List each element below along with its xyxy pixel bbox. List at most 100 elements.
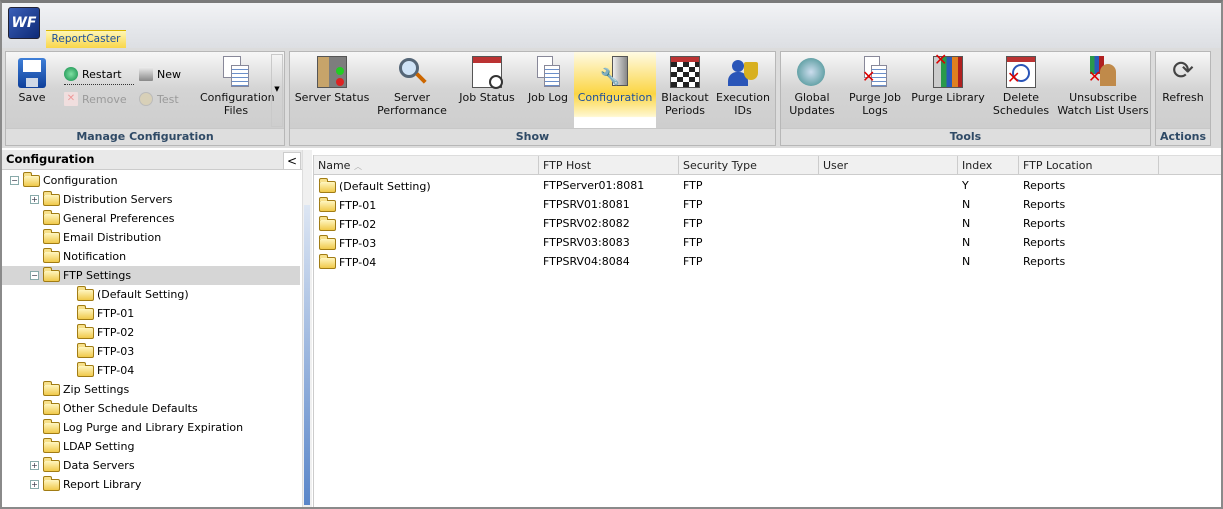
blackout-periods-button[interactable]: Blackout Periods xyxy=(660,52,710,128)
table-row[interactable]: FTP-02 FTPSRV02:8082 FTP N Reports xyxy=(314,214,1221,233)
folder-icon xyxy=(77,285,94,301)
tree-item-label: Notification xyxy=(63,250,127,263)
tree-item[interactable]: FTP-03 xyxy=(2,342,300,361)
new-button[interactable]: New xyxy=(139,67,181,81)
folder-icon xyxy=(43,266,60,282)
scrollbar-thumb[interactable] xyxy=(304,205,310,505)
tree-item-label: Configuration xyxy=(43,174,118,187)
tree-item[interactable]: (Default Setting) xyxy=(2,285,300,304)
column-header-label: Name xyxy=(318,159,351,172)
cell-text: FTP xyxy=(683,179,703,192)
dropdown-arrow-icon[interactable]: ▼ xyxy=(271,54,283,127)
table-row[interactable]: FTP-03 FTPSRV03:8083 FTP N Reports xyxy=(314,233,1221,252)
table-cell: FTP xyxy=(683,217,703,230)
server-performance-button[interactable]: Server Performance xyxy=(374,52,450,128)
tree-item[interactable]: General Preferences xyxy=(2,209,300,228)
cell-text: FTP-02 xyxy=(339,217,377,231)
tree-item[interactable]: − Configuration xyxy=(2,171,300,190)
folder-icon xyxy=(319,254,336,269)
cell-text: FTP xyxy=(683,236,703,249)
table-row[interactable]: (Default Setting) FTPServer01:8081 FTP Y Rep… xyxy=(314,176,1221,195)
group-show: Server Status Server Performance Job Stat… xyxy=(289,51,776,146)
tree-item-label: Distribution Servers xyxy=(63,193,173,206)
execution-ids-button[interactable]: Execution IDs xyxy=(714,52,772,128)
table-cell: FTPSRV02:8082 xyxy=(543,217,630,230)
column-header-label: FTP Host xyxy=(543,159,592,172)
new-server-icon xyxy=(139,67,153,81)
table-row[interactable]: FTP-04 FTPSRV04:8084 FTP N Reports xyxy=(314,252,1221,271)
panel-title: Configuration xyxy=(2,150,302,170)
tree-item[interactable]: Log Purge and Library Expiration xyxy=(2,418,300,437)
column-header[interactable]: User xyxy=(819,156,958,175)
column-header[interactable]: Security Type xyxy=(679,156,819,175)
column-header[interactable]: FTP Location xyxy=(1019,156,1159,175)
tree-item[interactable]: + Data Servers xyxy=(2,456,300,475)
folder-icon xyxy=(77,342,94,358)
refresh-icon: ⟳ xyxy=(1172,56,1194,86)
folder-icon xyxy=(319,178,336,193)
table-cell: Reports xyxy=(1023,179,1065,192)
expand-icon[interactable]: + xyxy=(30,480,39,489)
test-button[interactable]: Test xyxy=(139,92,179,106)
floppy-disk-icon xyxy=(18,58,46,88)
table-cell: FTP-02 xyxy=(319,216,377,231)
tree-item[interactable]: FTP-01 xyxy=(2,304,300,323)
column-header[interactable]: Index xyxy=(958,156,1019,175)
folder-icon xyxy=(23,171,40,187)
collapse-panel-button[interactable]: < xyxy=(283,152,301,170)
column-header-label: Index xyxy=(962,159,993,172)
tree-scrollbar[interactable] xyxy=(302,150,312,507)
purge-library-icon: ✕ xyxy=(933,52,963,88)
tab-reportcaster[interactable]: ReportCaster xyxy=(46,30,126,48)
restart-button[interactable]: Restart xyxy=(64,67,134,85)
folder-icon xyxy=(43,399,60,415)
tree-item[interactable]: Other Schedule Defaults xyxy=(2,399,300,418)
purge-job-logs-button[interactable]: ✕ Purge Job Logs xyxy=(843,52,907,128)
table-cell: Reports xyxy=(1023,255,1065,268)
tree-item[interactable]: + Distribution Servers xyxy=(2,190,300,209)
configuration-files-button[interactable]: Configuration Files xyxy=(200,52,275,128)
delete-schedules-button[interactable]: ✕ Delete Schedules xyxy=(989,52,1053,128)
folder-icon xyxy=(43,228,60,244)
cell-text: N xyxy=(962,236,971,249)
title-bar: WF ReportCaster xyxy=(2,3,1221,50)
refresh-button[interactable]: ⟳ Refresh xyxy=(1158,52,1208,128)
remove-button[interactable]: ✕ Remove xyxy=(64,92,127,106)
server-status-button[interactable]: Server Status xyxy=(294,52,370,128)
tree-item[interactable]: − FTP Settings xyxy=(2,266,300,285)
cell-text: FTP-01 xyxy=(339,198,377,212)
table-row[interactable]: FTP-01 FTPSRV01:8081 FTP N Reports xyxy=(314,195,1221,214)
collapse-icon[interactable]: − xyxy=(30,271,39,280)
job-log-button[interactable]: Job Log xyxy=(523,52,573,128)
table-cell: FTPSRV04:8084 xyxy=(543,255,630,268)
job-status-button[interactable]: Job Status xyxy=(455,52,519,128)
delete-schedule-icon: ✕ xyxy=(1006,56,1036,88)
folder-icon xyxy=(77,361,94,377)
tree-item[interactable]: + Report Library xyxy=(2,475,300,494)
column-header[interactable]: Name ︿ xyxy=(314,156,539,175)
save-button[interactable]: Save xyxy=(10,52,54,128)
table-cell: Y xyxy=(962,179,969,192)
configuration-button[interactable]: 🔧 Configuration xyxy=(574,52,656,128)
cell-text: FTP xyxy=(683,255,703,268)
expand-icon[interactable]: + xyxy=(30,195,39,204)
collapse-icon[interactable]: − xyxy=(10,176,19,185)
expand-icon[interactable]: + xyxy=(30,461,39,470)
magnifier-chart-icon xyxy=(397,56,427,88)
tree-item[interactable]: LDAP Setting xyxy=(2,437,300,456)
tree-item[interactable]: FTP-02 xyxy=(2,323,300,342)
table-cell: N xyxy=(962,255,970,268)
tree-item-label: (Default Setting) xyxy=(97,288,189,301)
unsubscribe-watch-list-users-button[interactable]: ✕ Unsubscribe Watch List Users xyxy=(1057,52,1149,128)
global-updates-button[interactable]: Global Updates xyxy=(785,52,839,128)
folder-icon xyxy=(43,475,60,491)
tree-item-label: Other Schedule Defaults xyxy=(63,402,198,415)
tree-item[interactable]: FTP-04 xyxy=(2,361,300,380)
column-header[interactable]: FTP Host xyxy=(539,156,679,175)
tree-item[interactable]: Email Distribution xyxy=(2,228,300,247)
tree-item[interactable]: Zip Settings xyxy=(2,380,300,399)
user-shield-icon xyxy=(728,56,758,88)
tree-item-label: Data Servers xyxy=(63,459,135,472)
tree-item[interactable]: Notification xyxy=(2,247,300,266)
purge-library-button[interactable]: ✕ Purge Library xyxy=(911,52,985,128)
